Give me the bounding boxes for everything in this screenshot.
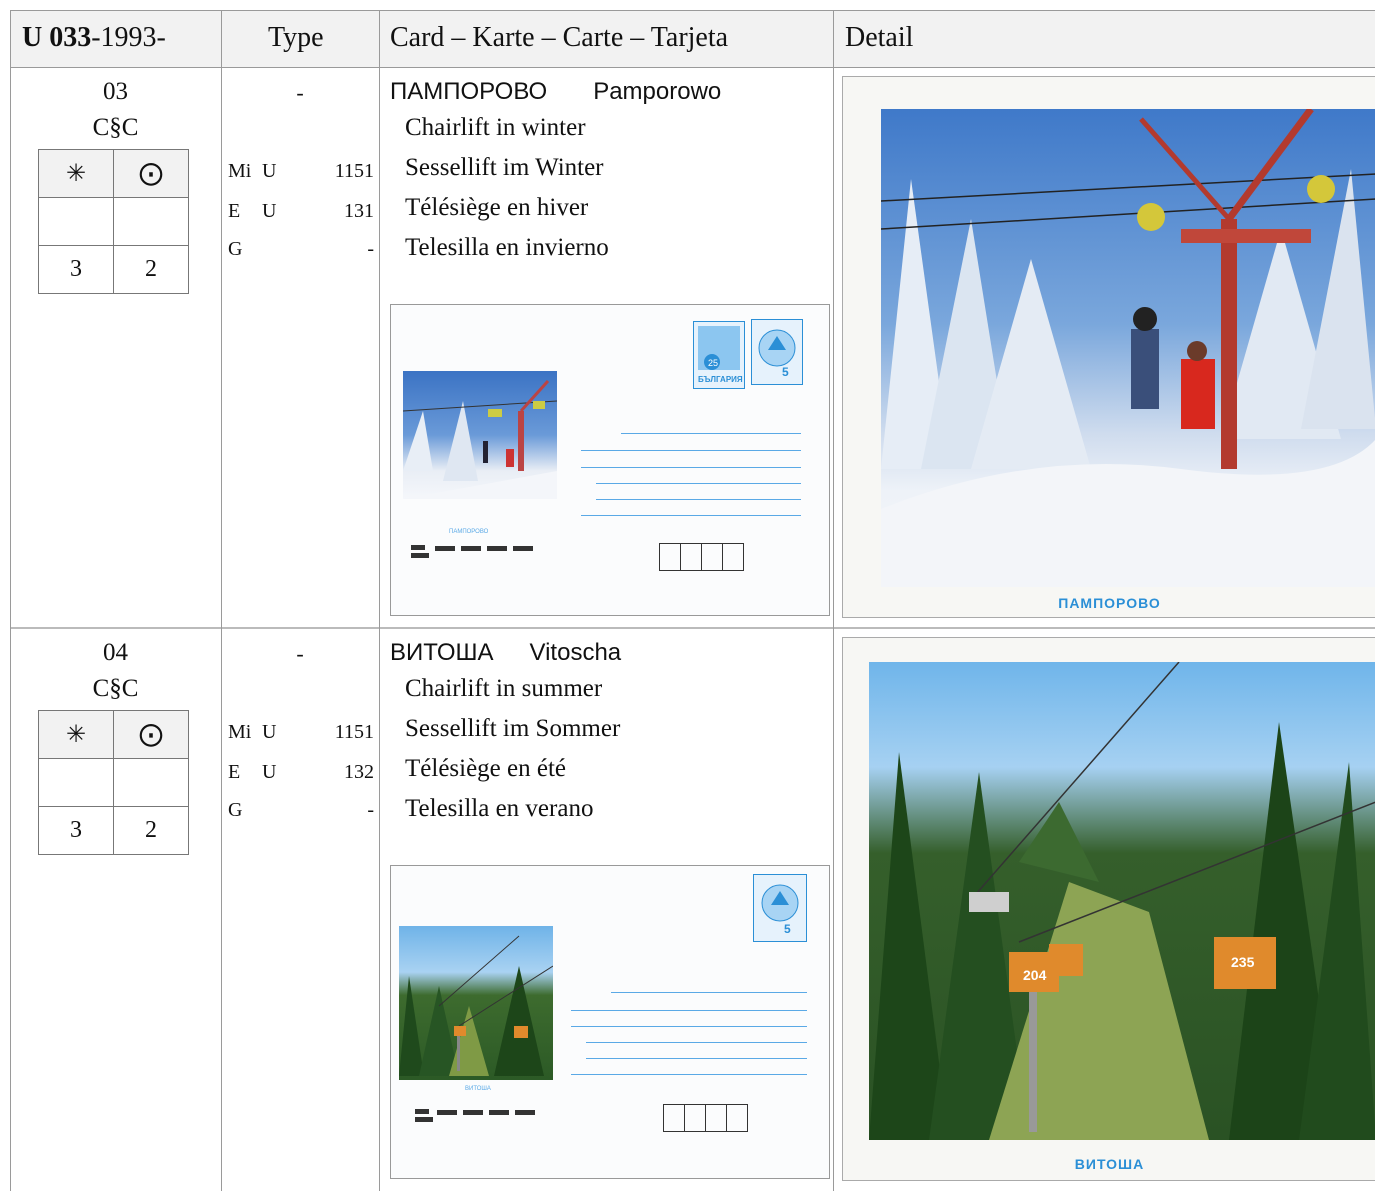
item-code: C§C	[92, 675, 139, 702]
detail-header: Detail	[845, 22, 914, 53]
price-cell	[113, 758, 189, 807]
address-line	[581, 467, 801, 468]
envelope-caption: ПАМПОРОВО	[449, 529, 489, 535]
detail-photo: 204 235	[869, 662, 1375, 1140]
postcode-box	[701, 543, 723, 571]
barcode-mark	[415, 1117, 433, 1122]
address-line	[596, 499, 801, 500]
svg-text:5: 5	[782, 365, 789, 379]
divider	[10, 10, 1375, 11]
barcode-mark	[515, 1110, 535, 1115]
postcode-box	[705, 1104, 727, 1132]
barcode-mark	[411, 553, 429, 558]
divider	[10, 67, 1375, 68]
barcode-mark	[435, 546, 455, 551]
price-cell	[38, 758, 114, 807]
type-dash: -	[296, 80, 304, 105]
desc-de: Sessellift im Sommer	[405, 715, 621, 742]
address-line	[581, 450, 801, 451]
desc-en: Chairlift in winter	[405, 114, 586, 141]
item-number: 03	[103, 78, 128, 105]
address-line	[571, 1010, 807, 1011]
envelope-photo	[399, 926, 553, 1080]
svg-text:25: 25	[708, 358, 718, 368]
address-line	[621, 433, 801, 434]
postcode-box	[684, 1104, 706, 1132]
divider	[833, 10, 834, 1191]
catalog-number-header: U 033-1993-	[22, 22, 166, 53]
address-line	[581, 515, 801, 516]
summer-gondola-illustration	[399, 935, 553, 1076]
type-header: Type	[268, 22, 324, 53]
envelope-image: ПАМПОРОВО 25 БЪЛГАРИЯ 5	[390, 304, 830, 616]
detail-image: 204 235 ВИТОША	[842, 637, 1375, 1181]
desc-fr: Télésiège en hiver	[405, 194, 589, 221]
detail-photo	[881, 109, 1375, 587]
postcode-box	[726, 1104, 748, 1132]
mint-icon: ✳	[38, 710, 114, 759]
barcode-mark	[487, 546, 507, 551]
coat-of-arms-icon: 5	[751, 319, 803, 385]
divider	[10, 627, 1375, 629]
used-icon: ⨀	[113, 710, 189, 759]
address-line	[571, 1074, 807, 1075]
address-line	[586, 1042, 807, 1043]
price-cell	[38, 197, 114, 246]
barcode-mark	[461, 546, 481, 551]
barcode-mark	[411, 545, 425, 550]
mint-price: 3	[38, 245, 114, 294]
address-line	[596, 483, 801, 484]
svg-text:5: 5	[784, 922, 791, 936]
detail-image: ПАМПОРОВО	[842, 76, 1375, 618]
address-line	[586, 1058, 807, 1059]
winter-chairlift-illustration	[881, 109, 1375, 587]
postcode-box	[659, 543, 681, 571]
envelope-caption: ВИТОША	[465, 1086, 491, 1092]
summer-gondola-illustration: 204 235	[869, 662, 1375, 1140]
desc-de: Sessellift im Winter	[405, 154, 604, 181]
used-icon: ⨀	[113, 149, 189, 198]
card-header: Card – Karte – Carte – Tarjeta	[390, 22, 729, 53]
mint-icon: ✳	[38, 149, 114, 198]
type-dash: -	[296, 641, 304, 666]
desc-es: Telesilla en verano	[405, 795, 594, 822]
address-line	[571, 1026, 807, 1027]
coat-of-arms-icon: 5	[753, 874, 807, 942]
used-price: 2	[113, 806, 189, 855]
gondola-number: 204	[1023, 967, 1047, 983]
postcode-box	[722, 543, 744, 571]
mint-price: 3	[38, 806, 114, 855]
price-cell	[113, 197, 189, 246]
barcode-mark	[513, 546, 533, 551]
svg-text:БЪЛГАРИЯ: БЪЛГАРИЯ	[698, 375, 743, 384]
desc-en: Chairlift in summer	[405, 675, 603, 702]
item-number: 04	[103, 639, 128, 666]
address-line	[611, 992, 807, 993]
divider	[221, 10, 222, 1191]
card-title: ПАМПОРОВО Pamporowo	[390, 78, 722, 105]
divider	[10, 10, 11, 1191]
price-table: ✳ ⨀ 32	[38, 149, 189, 294]
barcode-mark	[437, 1110, 457, 1115]
item-code: C§C	[92, 114, 139, 141]
card-title: ВИТОША Vitoscha	[390, 639, 622, 666]
postcode-box	[663, 1104, 685, 1132]
divider	[379, 10, 380, 1191]
gondola-number: 235	[1231, 954, 1255, 970]
envelope-photo	[403, 371, 557, 499]
envelope-image: ВИТОША 5	[390, 865, 830, 1179]
desc-es: Telesilla en invierno	[405, 234, 609, 261]
barcode-mark	[463, 1110, 483, 1115]
stamp-icon: 25 БЪЛГАРИЯ	[693, 321, 745, 389]
price-table: ✳ ⨀ 32	[38, 710, 189, 855]
barcode-mark	[415, 1109, 429, 1114]
detail-caption: ПАМПОРОВО	[1058, 595, 1161, 611]
ski-lift-illustration	[403, 379, 557, 499]
detail-caption: ВИТОША	[1074, 1156, 1145, 1172]
barcode-mark	[489, 1110, 509, 1115]
used-price: 2	[113, 245, 189, 294]
postcode-box	[680, 543, 702, 571]
desc-fr: Télésiège en été	[405, 755, 567, 782]
